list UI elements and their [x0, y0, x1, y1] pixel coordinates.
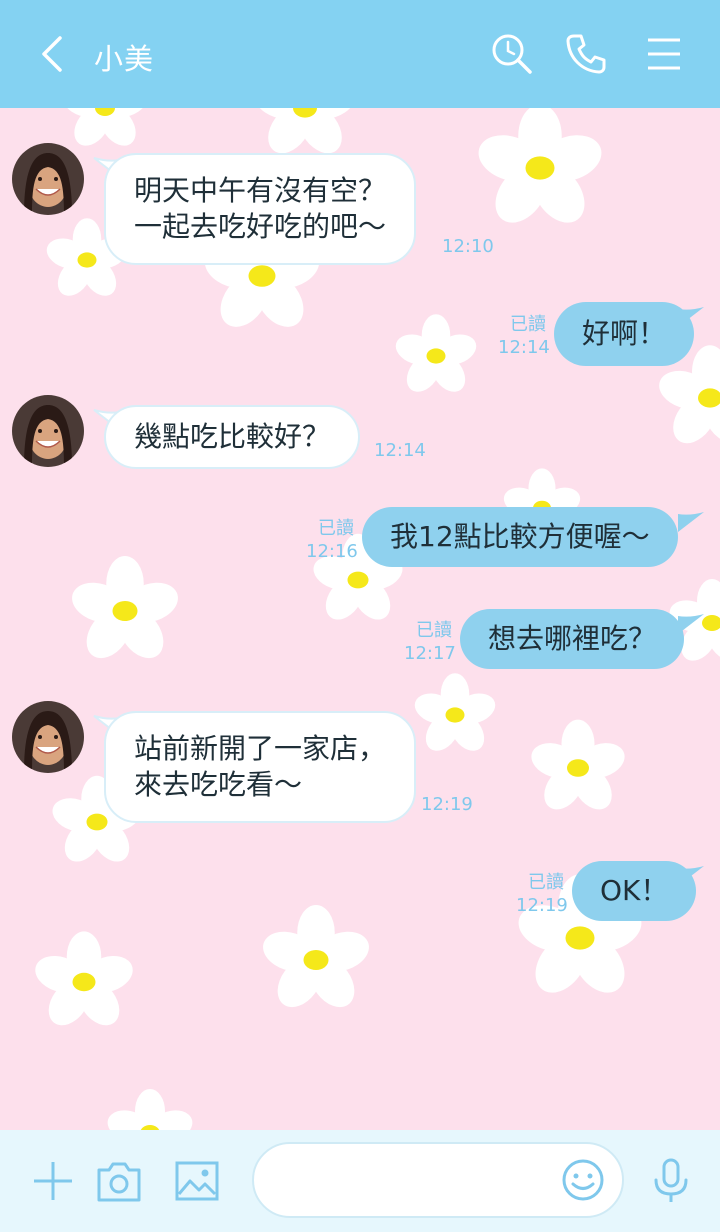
smiley-icon	[562, 1159, 604, 1201]
message-time: 12:10	[442, 236, 494, 257]
message-text: 幾點吃比較好？	[134, 420, 331, 453]
back-button[interactable]	[32, 30, 72, 78]
call-button[interactable]	[562, 30, 610, 78]
avatar-photo	[12, 395, 84, 467]
camera-icon	[97, 1162, 141, 1202]
chevron-left-icon	[42, 36, 62, 72]
message-bubble-incoming[interactable]: 明天中午有沒有空？ 一起去吃好吃的吧～	[104, 153, 417, 265]
message-text: 我12點比較方便喔～	[390, 520, 650, 553]
message-text-line: 明天中午有沒有空？	[134, 174, 387, 207]
read-receipt: 已讀	[416, 620, 452, 641]
message-text-line: 一起去吃好吃的吧～	[134, 210, 387, 243]
message-time: 12:14	[374, 440, 426, 461]
message-text: OK！	[600, 874, 669, 907]
read-receipt: 已讀	[510, 314, 546, 335]
add-button[interactable]	[28, 1156, 78, 1206]
message-input[interactable]	[252, 1142, 624, 1218]
message-text: 想去哪裡吃？	[488, 622, 657, 655]
message-time: 12:19	[421, 794, 473, 815]
message-bubble-outgoing[interactable]: 想去哪裡吃？	[460, 609, 685, 669]
phone-icon	[566, 34, 606, 74]
contact-name: 小美	[94, 42, 155, 76]
contact-avatar[interactable]	[12, 143, 84, 215]
message-text-line: 站前新開了一家店，	[134, 732, 387, 765]
message-bubble-incoming[interactable]: 幾點吃比較好？	[104, 405, 361, 469]
bubble-tail	[678, 307, 704, 327]
hamburger-menu-icon	[648, 38, 680, 70]
read-receipt: 已讀	[318, 518, 354, 539]
search-button[interactable]	[488, 30, 536, 78]
bubble-tail	[678, 512, 704, 532]
bubble-tail	[678, 866, 704, 886]
chat-area[interactable]: 明天中午有沒有空？ 一起去吃好吃的吧～ 12:10 已讀 12:14 好啊！ 幾…	[0, 108, 720, 1130]
message-time: 12:14	[498, 337, 550, 358]
chat-header: 小美	[0, 0, 720, 108]
search-clock-icon	[492, 34, 532, 74]
contact-avatar[interactable]	[12, 701, 84, 773]
avatar-photo	[12, 701, 84, 773]
avatar-photo	[12, 143, 84, 215]
read-receipt: 已讀	[528, 872, 564, 893]
message-text-line: 來去吃吃看～	[134, 768, 303, 801]
message-time: 12:16	[306, 541, 358, 562]
message-time: 12:17	[404, 643, 456, 664]
message-bubble-outgoing[interactable]: 我12點比較方便喔～	[362, 507, 678, 567]
microphone-icon	[654, 1158, 688, 1202]
menu-button[interactable]	[640, 30, 688, 78]
message-time: 12:19	[516, 895, 568, 916]
voice-button[interactable]	[646, 1156, 696, 1206]
image-icon	[175, 1161, 219, 1201]
composer-bar	[0, 1130, 720, 1232]
message-bubble-incoming[interactable]: 站前新開了一家店， 來去吃吃看～	[104, 711, 417, 823]
emoji-button[interactable]	[560, 1157, 606, 1203]
message-text: 好啊！	[582, 317, 667, 350]
image-button[interactable]	[172, 1156, 222, 1206]
camera-button[interactable]	[94, 1156, 144, 1206]
message-bubble-outgoing[interactable]: 好啊！	[554, 302, 695, 366]
contact-avatar[interactable]	[12, 395, 84, 467]
bubble-tail	[678, 614, 704, 634]
plus-icon	[34, 1162, 72, 1200]
